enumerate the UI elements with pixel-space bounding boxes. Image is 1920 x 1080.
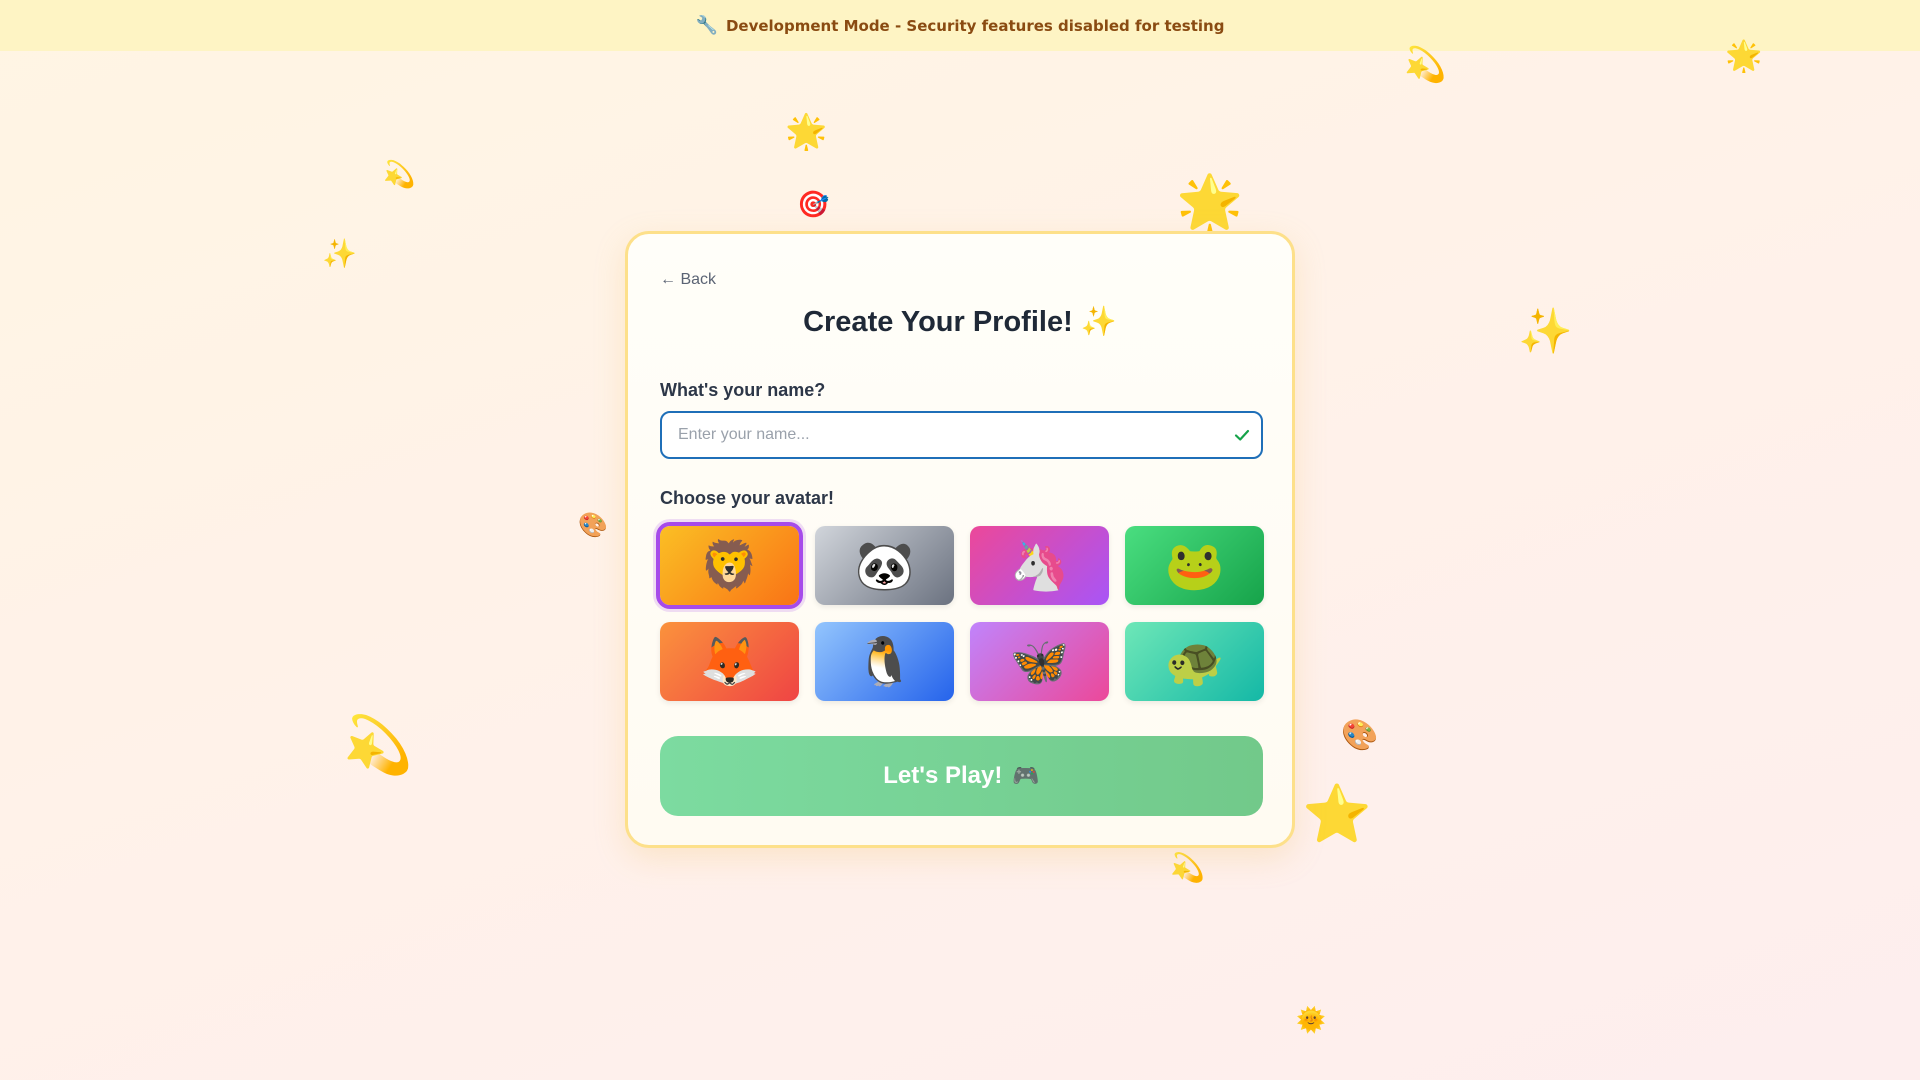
name-input[interactable]: [662, 413, 1261, 457]
dev-mode-banner: 🔧 Development Mode - Security features d…: [0, 0, 1920, 51]
profile-card: ← Back Create Your Profile! ✨ What's you…: [625, 231, 1295, 848]
frog-icon: 🐸: [1164, 538, 1225, 594]
gamepad-icon: 🎮: [1012, 763, 1040, 789]
name-field: [660, 411, 1263, 459]
star-icon: ⭐: [1302, 782, 1372, 847]
turtle-icon: 🐢: [1164, 634, 1225, 690]
avatar-option-lion[interactable]: 🦁: [656, 522, 803, 609]
check-icon: [1234, 429, 1250, 441]
sun-icon: 🌞: [1296, 1006, 1326, 1034]
play-button-label: Let's Play!: [883, 762, 1003, 789]
avatar-option-unicorn[interactable]: 🦄: [970, 526, 1109, 605]
palette-icon: 🎨: [1341, 718, 1379, 753]
lets-play-button[interactable]: Let's Play! 🎮: [660, 736, 1263, 816]
lion-icon: 🦁: [699, 538, 760, 594]
panda-icon: 🐼: [854, 538, 915, 594]
glowing-star-icon: 🌟: [785, 112, 828, 152]
sparkles-icon: ✨: [1518, 306, 1573, 357]
target-icon: 🎯: [797, 190, 830, 220]
avatar-option-turtle[interactable]: 🐢: [1125, 622, 1264, 701]
name-label: What's your name?: [660, 380, 826, 400]
avatar-grid: 🦁 🐼 🦄 🐸 🦊 🐧 🦋 🐢: [656, 522, 1264, 701]
sparkles-icon: ✨: [1080, 304, 1117, 338]
avatar-option-panda[interactable]: 🐼: [815, 526, 954, 605]
dizzy-star-icon: 💫: [1404, 45, 1447, 85]
dev-mode-text: Development Mode - Security features dis…: [725, 16, 1225, 35]
title-text: Create Your Profile!: [803, 306, 1073, 338]
unicorn-icon: 🦄: [1009, 538, 1070, 594]
butterfly-icon: 🦋: [1009, 634, 1070, 690]
wrench-icon: 🔧: [695, 15, 718, 36]
avatar-label: Choose your avatar!: [660, 488, 835, 508]
penguin-icon: 🐧: [854, 634, 915, 690]
back-link[interactable]: ← Back: [660, 271, 716, 289]
glowing-star-icon: 🌟: [1725, 39, 1763, 74]
sparkles-icon: ✨: [322, 237, 357, 270]
avatar-option-butterfly[interactable]: 🦋: [970, 622, 1109, 701]
fox-icon: 🦊: [699, 634, 760, 690]
dizzy-star-icon: 💫: [1170, 851, 1205, 884]
avatar-option-frog[interactable]: 🐸: [1125, 526, 1264, 605]
page-title: Create Your Profile! ✨: [628, 304, 1292, 339]
avatar-option-penguin[interactable]: 🐧: [815, 622, 954, 701]
dizzy-star-icon: 💫: [343, 713, 413, 778]
glowing-star-icon: 🌟: [1176, 171, 1244, 234]
palette-icon: 🎨: [578, 511, 608, 539]
avatar-option-fox[interactable]: 🦊: [660, 622, 799, 701]
dizzy-star-icon: 💫: [383, 160, 416, 190]
